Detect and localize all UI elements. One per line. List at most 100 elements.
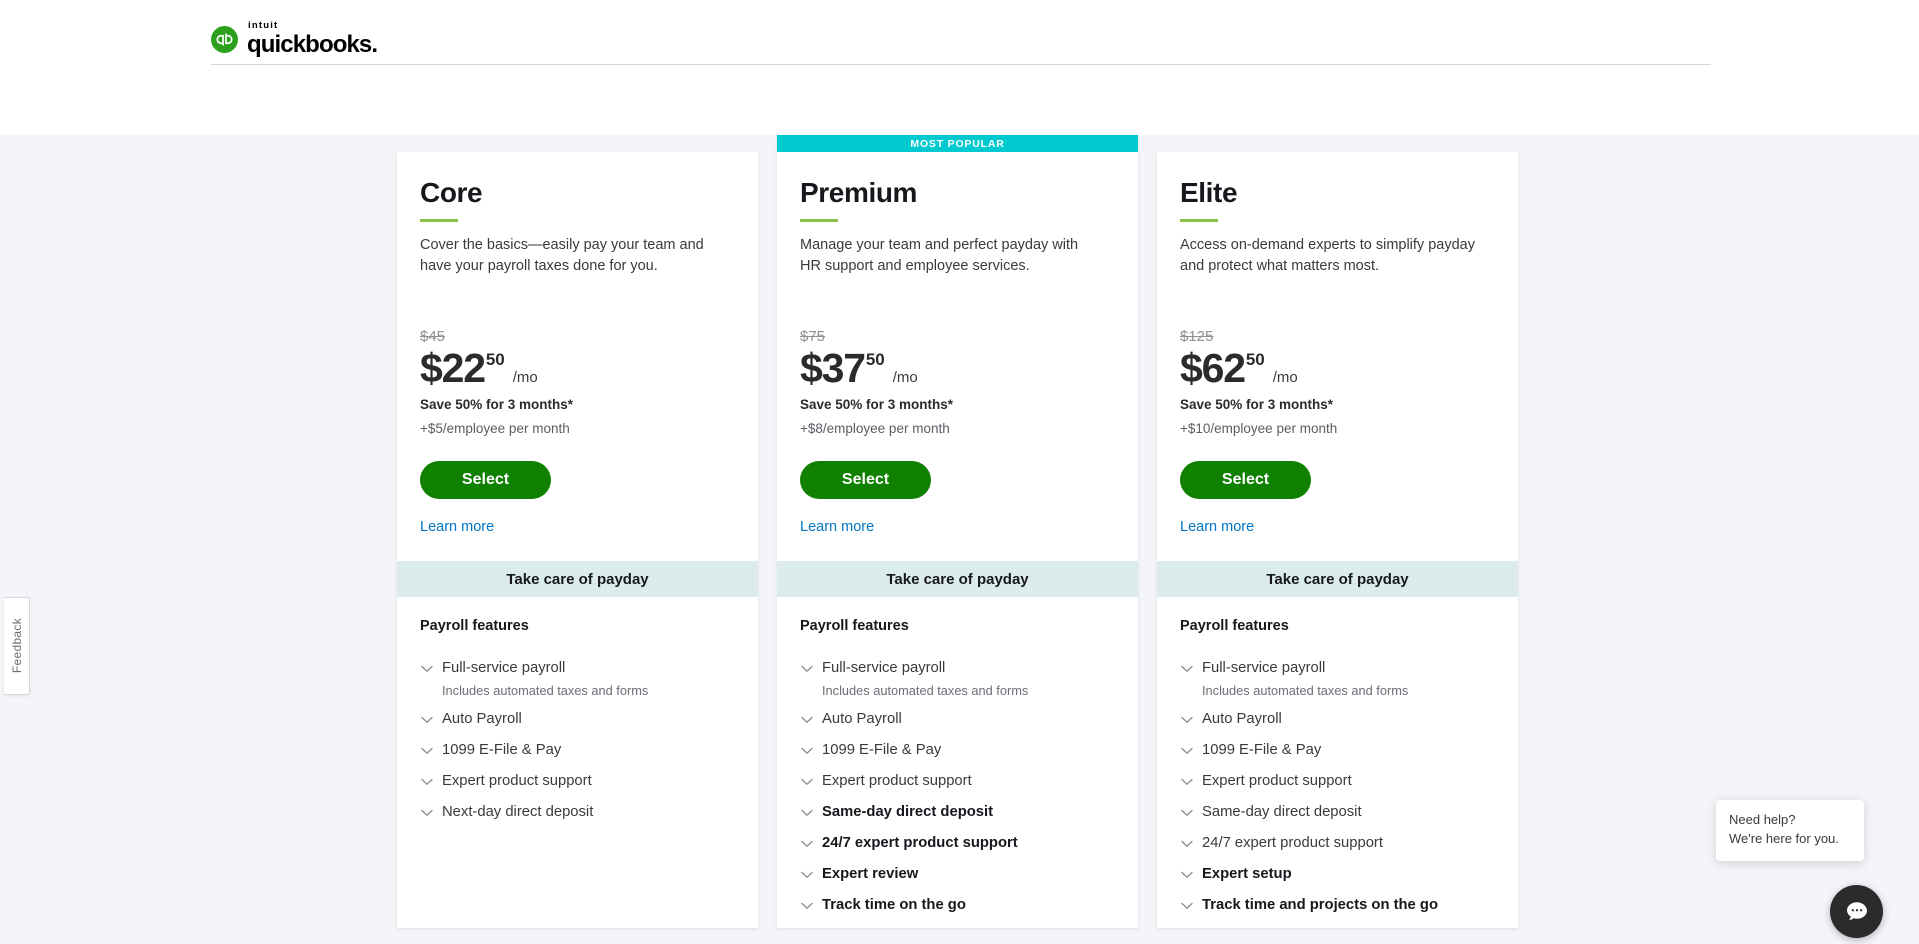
- pricing-canvas: Core Cover the basics—easily pay your tea…: [0, 135, 1919, 944]
- feature-sublabel: Includes automated taxes and forms: [1202, 682, 1409, 698]
- pricing-page: intuit quickbooks. Core Cover the basics—…: [0, 0, 1919, 944]
- chevron-down-icon: [1180, 835, 1194, 853]
- feature-row[interactable]: Same-day direct deposit: [800, 804, 1115, 822]
- features-section: Payroll features Full-service payroll Incl…: [1157, 597, 1518, 929]
- chevron-down-icon: [1180, 866, 1194, 884]
- feature-text: Same-day direct deposit: [1202, 804, 1362, 822]
- feature-row[interactable]: Auto Payroll: [1180, 711, 1495, 729]
- feature-row[interactable]: Full-service payroll Includes automated t…: [800, 660, 1115, 698]
- quickbooks-logo[interactable]: intuit quickbooks.: [211, 21, 378, 58]
- help-bubble-line1: Need help?: [1729, 812, 1796, 827]
- chevron-down-icon: [800, 711, 814, 729]
- feature-row[interactable]: 1099 E-File & Pay: [1180, 742, 1495, 760]
- learn-more-link[interactable]: Learn more: [420, 519, 494, 535]
- price-cents: 50: [485, 349, 505, 369]
- feature-row[interactable]: 24/7 expert product support: [1180, 835, 1495, 853]
- feature-text: Expert product support: [1202, 773, 1352, 791]
- help-bubble[interactable]: Need help? We're here for you.: [1716, 800, 1864, 861]
- feature-text: Next-day direct deposit: [442, 804, 593, 822]
- feature-row[interactable]: Track time and projects on the go: [1180, 897, 1495, 915]
- price-line: $62 50/mo: [1180, 347, 1495, 388]
- quickbooks-qb-icon: [211, 25, 238, 53]
- features-section: Payroll features Full-service payroll Incl…: [777, 597, 1138, 929]
- per-employee-fee: +$8/employee per month: [800, 421, 950, 437]
- features-title: Payroll features: [800, 618, 909, 634]
- learn-more-link[interactable]: Learn more: [800, 519, 874, 535]
- plan-name: Premium: [800, 177, 918, 208]
- plan-description: Manage your team and perfect payday with…: [800, 237, 1079, 274]
- feature-row[interactable]: Track time on the go: [800, 897, 1115, 915]
- card-top: Elite Access on-demand experts to simplif…: [1157, 152, 1518, 561]
- feature-row[interactable]: Same-day direct deposit: [1180, 804, 1495, 822]
- chevron-down-icon: [800, 835, 814, 853]
- chevron-down-icon: [800, 866, 814, 884]
- plan-description: Access on-demand experts to simplify pay…: [1180, 237, 1475, 274]
- features-title: Payroll features: [1180, 618, 1289, 634]
- original-price: $125: [1180, 327, 1214, 345]
- feature-text: 1099 E-File & Pay: [442, 742, 561, 760]
- accent-rule: [1180, 219, 1218, 223]
- feature-label: 1099 E-File & Pay: [822, 742, 942, 759]
- learn-more-link[interactable]: Learn more: [1180, 519, 1254, 535]
- accent-rule: [420, 219, 458, 223]
- select-button[interactable]: Select: [420, 461, 551, 500]
- feature-label: Track time on the go: [822, 897, 966, 914]
- accent-rule: [800, 219, 838, 223]
- feature-label: Expert review: [822, 866, 919, 883]
- feature-row[interactable]: 24/7 expert product support: [800, 835, 1115, 853]
- feature-text: Auto Payroll: [442, 711, 522, 729]
- feature-row[interactable]: Expert product support: [420, 773, 735, 791]
- feature-row[interactable]: Auto Payroll: [800, 711, 1115, 729]
- feature-row[interactable]: Expert product support: [800, 773, 1115, 791]
- feature-row[interactable]: Expert setup: [1180, 866, 1495, 884]
- chevron-down-icon: [800, 742, 814, 760]
- feature-text: Expert review: [822, 866, 918, 884]
- price-block: $45 $22 50/mo Save 50% for 3 months* +$5/emp…: [420, 329, 735, 437]
- chevron-down-icon: [800, 660, 814, 678]
- feedback-tab-label: Feedback: [9, 618, 24, 674]
- feature-label: Auto Payroll: [822, 711, 902, 728]
- feature-row[interactable]: Next-day direct deposit: [420, 804, 735, 822]
- price-period: /mo: [1272, 369, 1298, 387]
- feature-row[interactable]: 1099 E-File & Pay: [420, 742, 735, 760]
- feature-row[interactable]: Full-service payroll Includes automated t…: [1180, 660, 1495, 698]
- feature-row[interactable]: Auto Payroll: [420, 711, 735, 729]
- feature-sublabel: Includes automated taxes and forms: [442, 682, 649, 698]
- section-header-take-care-of-payday: Take care of payday: [1157, 561, 1518, 597]
- feature-label: Auto Payroll: [442, 711, 522, 728]
- chat-bubble-icon-button[interactable]: [1830, 885, 1883, 938]
- chevron-down-icon: [420, 742, 434, 760]
- card-top: Premium Manage your team and perfect payd…: [777, 152, 1138, 561]
- feature-label: 24/7 expert product support: [1202, 835, 1383, 852]
- feature-row[interactable]: Full-service payroll Includes automated t…: [420, 660, 735, 698]
- feature-label: 1099 E-File & Pay: [1202, 742, 1322, 759]
- feature-text: Same-day direct deposit: [822, 804, 993, 822]
- price-line: $22 50/mo: [420, 344, 735, 391]
- feature-row[interactable]: Expert product support: [1180, 773, 1495, 791]
- feature-text: Expert product support: [442, 773, 592, 791]
- header-inner: intuit quickbooks.: [211, 14, 1711, 64]
- logo-quickbooks-text: quickbooks.: [247, 30, 378, 58]
- pricing-card: MOST POPULAR Premium Manage your team and …: [777, 135, 1138, 929]
- feature-label: Auto Payroll: [1202, 711, 1282, 728]
- feature-text: 1099 E-File & Pay: [822, 742, 941, 760]
- chevron-down-icon: [800, 897, 814, 915]
- features-section: Payroll features Full-service payroll Incl…: [397, 597, 758, 929]
- feature-label: Track time and projects on the go: [1202, 897, 1438, 914]
- price-amount: $22: [420, 344, 486, 391]
- select-button[interactable]: Select: [800, 461, 931, 500]
- feedback-tab[interactable]: Feedback: [4, 597, 30, 695]
- pricing-card: Core Cover the basics—easily pay your tea…: [397, 152, 758, 929]
- feature-row[interactable]: Expert review: [800, 866, 1115, 884]
- feature-sublabel: Includes automated taxes and forms: [822, 682, 1029, 698]
- chevron-down-icon: [420, 773, 434, 791]
- price-period: /mo: [892, 369, 918, 387]
- feature-row[interactable]: 1099 E-File & Pay: [800, 742, 1115, 760]
- chevron-down-icon: [800, 804, 814, 822]
- card-top: Core Cover the basics—easily pay your tea…: [397, 152, 758, 561]
- feature-text: Auto Payroll: [1202, 711, 1282, 729]
- feature-text: Expert product support: [822, 773, 972, 791]
- price-period: /mo: [512, 369, 538, 387]
- feature-text: Auto Payroll: [822, 711, 902, 729]
- select-button[interactable]: Select: [1180, 461, 1311, 500]
